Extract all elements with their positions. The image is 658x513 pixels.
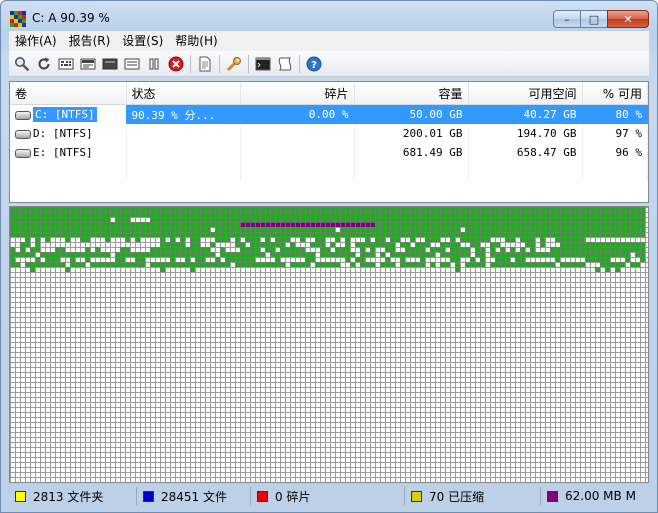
cluster-map[interactable] (9, 206, 649, 483)
defrag-icon (58, 58, 74, 69)
menu-settings[interactable]: 设置(S) (116, 31, 169, 51)
status-files: 28451 文件 (137, 487, 251, 505)
minimize-button[interactable]: – (553, 10, 581, 28)
script-icon (278, 57, 292, 70)
status-compressed-text: 70 已压缩 (429, 489, 485, 504)
drive-row-d[interactable]: D: [NTFS] 200.01 GB 194.70 GB 97 % (10, 124, 648, 143)
status-mft-text: 62.00 MB M (565, 489, 636, 503)
drive-list-empty-area (10, 162, 648, 181)
drive-fragmented: 0.00 % (240, 104, 355, 124)
folder-color-swatch (15, 490, 26, 502)
menu-help[interactable]: 帮助(H) (169, 31, 223, 51)
title-bar[interactable]: C: A 90.39 % – □ ✕ (1, 1, 657, 33)
drive-free-space: 658.47 GB (468, 143, 583, 162)
status-compressed: 70 已压缩 (405, 487, 541, 505)
drive-list: 卷 状态 碎片 容量 可用空间 % 可用 C: [NTFS] 90.39 % 分… (9, 81, 649, 203)
stop-icon (168, 56, 184, 71)
close-button[interactable]: ✕ (607, 10, 649, 28)
status-folders: 2813 文件夹 (9, 487, 137, 505)
column-percent-free[interactable]: % 可用 (582, 82, 648, 105)
hard-disk-icon (15, 129, 31, 139)
drive-percent-free: 97 % (582, 124, 648, 143)
refresh-icon (38, 57, 50, 69)
column-capacity[interactable]: 容量 (354, 82, 469, 105)
drive-percent-free: 80 % (582, 104, 648, 124)
drive-row-c[interactable]: C: [NTFS] 90.39 % 分... 0.00 % 50.00 GB 4… (10, 104, 648, 124)
stop-button[interactable] (165, 53, 187, 75)
report-icon (199, 56, 211, 71)
svg-text:?: ? (311, 60, 317, 71)
status-mft: 62.00 MB M (541, 487, 649, 505)
window-controls: – □ ✕ (553, 10, 649, 28)
console-icon (255, 57, 271, 70)
drive-list-header: 卷 状态 碎片 容量 可用空间 % 可用 (10, 82, 648, 105)
status-fragmented: 0 碎片 (251, 487, 405, 505)
hard-disk-icon (15, 110, 31, 120)
drive-free-space: 194.70 GB (468, 124, 583, 143)
drive-status (126, 143, 241, 162)
drive-volume-label: C: [NTFS] (33, 107, 97, 122)
drive-percent-free: 96 % (582, 143, 648, 162)
file-color-swatch (143, 490, 154, 502)
report-button[interactable] (194, 53, 216, 75)
settings-icon (226, 56, 241, 71)
status-fragmented-text: 0 碎片 (275, 489, 311, 504)
menu-action[interactable]: 操作(A) (9, 31, 63, 51)
quick-optimize-button[interactable] (121, 53, 143, 75)
cluster-map-grid (10, 207, 648, 482)
refresh-button[interactable] (33, 53, 55, 75)
drive-row-e[interactable]: E: [NTFS] 681.49 GB 658.47 GB 96 % (10, 143, 648, 162)
compressed-color-swatch (411, 490, 422, 502)
help-icon: ? (306, 56, 322, 71)
column-status[interactable]: 状态 (126, 82, 241, 105)
help-button[interactable]: ? (303, 53, 325, 75)
drive-capacity: 50.00 GB (354, 104, 469, 124)
status-folders-text: 2813 文件夹 (33, 489, 104, 504)
mft-optimize-button[interactable] (99, 53, 121, 75)
console-button[interactable] (252, 53, 274, 75)
drive-fragmented (240, 143, 355, 162)
status-files-text: 28451 文件 (161, 489, 227, 504)
drive-status: 90.39 % 分... (126, 104, 241, 124)
column-volume[interactable]: 卷 (10, 82, 127, 105)
app-window: C: A 90.39 % – □ ✕ 操作(A) 报告(R) 设置(S) 帮助(… (0, 0, 658, 513)
drive-capacity: 681.49 GB (354, 143, 469, 162)
toolbar-separator (190, 54, 191, 73)
column-fragmented[interactable]: 碎片 (240, 82, 355, 105)
menu-bar: 操作(A) 报告(R) 设置(S) 帮助(H) (9, 31, 649, 51)
analyze-icon (15, 56, 30, 71)
drive-free-space: 40.27 GB (468, 104, 583, 124)
drive-volume-cell: E: [NTFS] (10, 143, 127, 162)
drive-capacity: 200.01 GB (354, 124, 469, 143)
analyze-button[interactable] (11, 53, 33, 75)
pause-icon (149, 58, 159, 69)
toolbar-separator (219, 54, 220, 73)
fragment-color-swatch (257, 490, 268, 502)
script-button[interactable] (274, 53, 296, 75)
full-optimize-button[interactable] (77, 53, 99, 75)
pause-button[interactable] (143, 53, 165, 75)
quick-optimize-icon (124, 58, 140, 69)
drive-volume-label: E: [NTFS] (33, 146, 93, 159)
drive-volume-cell: C: [NTFS] (10, 104, 127, 124)
drive-fragmented (240, 124, 355, 143)
mft-optimize-icon (102, 58, 118, 69)
drive-volume-cell: D: [NTFS] (10, 124, 127, 143)
toolbar: ? (9, 51, 649, 77)
window-title: C: A 90.39 % (32, 11, 110, 25)
full-optimize-icon (80, 58, 96, 69)
settings-button[interactable] (223, 53, 245, 75)
defrag-button[interactable] (55, 53, 77, 75)
mft-color-swatch (547, 490, 558, 502)
app-logo-icon (10, 11, 26, 27)
drive-status (126, 124, 241, 143)
drive-volume-label: D: [NTFS] (33, 127, 93, 140)
toolbar-separator (248, 54, 249, 73)
maximize-button[interactable]: □ (580, 10, 608, 28)
status-bar: 2813 文件夹 28451 文件 0 碎片 70 已压缩 62.00 MB M (9, 486, 649, 506)
menu-report[interactable]: 报告(R) (63, 31, 117, 51)
toolbar-separator (299, 54, 300, 73)
column-free-space[interactable]: 可用空间 (468, 82, 583, 105)
hard-disk-icon (15, 148, 31, 158)
